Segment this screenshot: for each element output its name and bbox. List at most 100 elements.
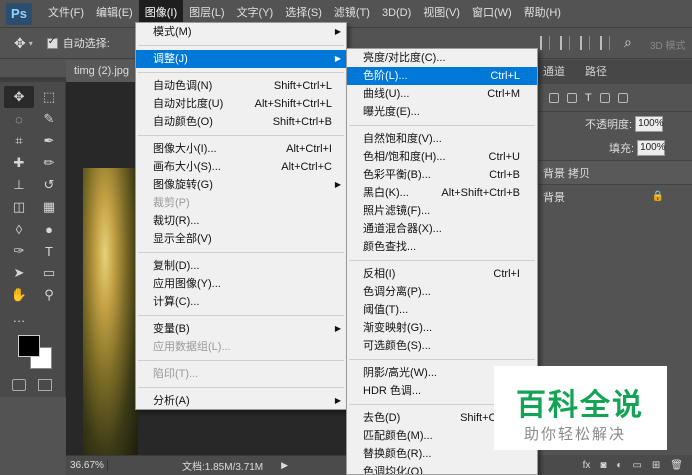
marquee-tool-icon[interactable]: ⬚	[34, 86, 64, 108]
adjustments-menu-item[interactable]: 黑白(K)... Alt+Shift+Ctrl+B	[347, 184, 537, 202]
adjustments-menu-item[interactable]: 色阶(L)... Ctrl+L	[347, 67, 537, 85]
quick-mask-icon[interactable]	[12, 379, 26, 391]
image-menu-dropdown: 模式(M) ▶ 调整(J) ▶ 自动色调(N) Shift+Ctrl+L 自动对比度(U) A…	[135, 22, 347, 410]
image-menu-item[interactable]: 计算(C)...	[136, 293, 346, 311]
image-menu-item[interactable]: 自动对比度(U) Alt+Shift+Ctrl+L	[136, 95, 346, 113]
zoom-tool-icon[interactable]: ⚲	[34, 284, 64, 306]
image-menu-item[interactable]: 调整(J) ▶	[136, 50, 346, 68]
document-tab[interactable]: timg (2).jpg	[66, 60, 146, 82]
type-tool-icon[interactable]: T	[34, 240, 64, 262]
adjustments-menu-item[interactable]: 可选颜色(S)...	[347, 337, 537, 355]
tool-preset-chevron-icon[interactable]: ▾	[29, 39, 33, 48]
quick-select-tool-icon[interactable]: ✎	[34, 108, 64, 130]
trash-icon[interactable]: 🗑	[670, 460, 683, 471]
distribute-icon[interactable]	[600, 36, 610, 50]
image-menu-item[interactable]: 模式(M) ▶	[136, 23, 346, 41]
menu-item[interactable]: 3D(D)	[376, 0, 417, 27]
adjustments-menu-item[interactable]: 色调均化(Q)	[347, 463, 537, 474]
menu-item-label: 复制(D)...	[153, 260, 200, 272]
auto-select-checkbox[interactable]	[46, 36, 58, 49]
lasso-tool-icon[interactable]: ◌	[4, 108, 34, 130]
layer-row[interactable]: 背景 拷贝	[529, 160, 692, 184]
menu-item[interactable]: 编辑(E)	[90, 0, 139, 27]
panel-grip[interactable]	[0, 77, 65, 82]
image-menu-item[interactable]: 自动颜色(O) Shift+Ctrl+B	[136, 113, 346, 131]
image-menu-item[interactable]: 画布大小(S)... Alt+Ctrl+C	[136, 158, 346, 176]
eyedropper-tool-icon[interactable]: ✒	[34, 130, 64, 152]
opacity-input[interactable]: 100%	[635, 116, 664, 132]
new-layer-icon[interactable]: ⊞	[652, 460, 660, 471]
filter-pixel-icon[interactable]	[549, 92, 559, 103]
menu-item[interactable]: 文件(F)	[42, 0, 90, 27]
healing-brush-tool-icon[interactable]: ✚	[4, 152, 34, 174]
history-brush-tool-icon[interactable]: ↺	[34, 174, 64, 196]
more-tools-icon[interactable]: …	[4, 306, 34, 328]
screen-mode-icon[interactable]	[38, 379, 52, 391]
opacity-row: 不透明度: 100%	[529, 112, 692, 136]
group-icon[interactable]: ▭	[632, 460, 641, 471]
path-select-tool-icon[interactable]: ➤	[4, 262, 34, 284]
adjustments-menu-item[interactable]: 阈值(T)...	[347, 301, 537, 319]
adjustments-menu-item[interactable]: 曲线(U)... Ctrl+M	[347, 85, 537, 103]
adjustments-menu-item[interactable]: 渐变映射(G)...	[347, 319, 537, 337]
filter-type-icon[interactable]: T	[585, 92, 592, 104]
gradient-tool-icon[interactable]: ▦	[34, 196, 64, 218]
clone-stamp-tool-icon[interactable]: ⊥	[4, 174, 34, 196]
adjustments-menu-item[interactable]: 自然饱和度(V)...	[347, 130, 537, 148]
adjustments-menu-item[interactable]: 色相/饱和度(H)... Ctrl+U	[347, 148, 537, 166]
image-menu-item[interactable]: 分析(A) ▶	[136, 392, 346, 410]
align-center-icon[interactable]	[560, 36, 570, 50]
adjustments-menu-item[interactable]: 色调分离(P)...	[347, 283, 537, 301]
move-tool-icon[interactable]: ✥	[4, 86, 34, 108]
eraser-tool-icon[interactable]: ◫	[4, 196, 34, 218]
menu-item-label: 应用图像(Y)...	[153, 278, 221, 290]
watermark-logo: 百科全说 助你轻松解决	[494, 366, 667, 450]
align-right-icon[interactable]	[580, 36, 590, 50]
filter-smart-icon[interactable]	[617, 92, 628, 103]
adjustments-menu-item[interactable]: 通道混合器(X)...	[347, 220, 537, 238]
tab-paths[interactable]: 路径	[575, 60, 617, 84]
image-menu-item[interactable]: 应用图像(Y)...	[136, 275, 346, 293]
layer-row[interactable]: 背景 🔒	[529, 184, 692, 208]
pen-tool-icon[interactable]: ✑	[4, 240, 34, 262]
image-menu-item[interactable]: 裁切(R)...	[136, 212, 346, 230]
image-menu-item[interactable]: 显示全部(V)	[136, 230, 346, 248]
opacity-label: 不透明度:	[585, 119, 633, 131]
search-icon[interactable]: ⌕	[624, 34, 632, 51]
adjustments-menu-item[interactable]: 照片滤镜(F)...	[347, 202, 537, 220]
status-menu-arrow-icon[interactable]: ▶	[281, 460, 288, 471]
align-left-icon[interactable]	[540, 36, 550, 50]
image-menu-item[interactable]: 图像大小(I)... Alt+Ctrl+I	[136, 140, 346, 158]
brush-tool-icon[interactable]: ✏	[34, 152, 64, 174]
menu-item-label: 色调分离(P)...	[363, 286, 431, 298]
menu-item-label: 曝光度(E)...	[363, 106, 420, 118]
fx-icon[interactable]: fx	[583, 460, 591, 471]
dodge-tool-icon[interactable]: ●	[34, 218, 64, 240]
image-menu-item[interactable]: 复制(D)...	[136, 257, 346, 275]
adjustments-menu-item[interactable]: 反相(I) Ctrl+I	[347, 265, 537, 283]
rectangle-tool-icon[interactable]: ▭	[34, 262, 64, 284]
menu-item[interactable]: 窗口(W)	[466, 0, 518, 27]
adjustments-menu-item[interactable]: 色彩平衡(B)... Ctrl+B	[347, 166, 537, 184]
color-swatches[interactable]	[16, 333, 56, 373]
hand-tool-icon[interactable]: ✋	[4, 284, 34, 306]
adjustments-menu-item[interactable]: 曝光度(E)...	[347, 103, 537, 121]
zoom-level[interactable]: 36.67%	[66, 460, 108, 471]
move-tool-icon[interactable]: ✥	[14, 35, 26, 52]
image-menu-item[interactable]: 图像旋转(G) ▶	[136, 176, 346, 194]
adjustments-menu-item[interactable]: 颜色查找...	[347, 238, 537, 256]
blur-tool-icon[interactable]: ◊	[4, 218, 34, 240]
tab-channels[interactable]: 通道	[533, 60, 575, 84]
adjustment-layer-icon[interactable]: ◐	[616, 460, 622, 471]
crop-tool-icon[interactable]: ⌗	[4, 130, 34, 152]
fill-input[interactable]: 100%	[637, 140, 666, 156]
foreground-color[interactable]	[18, 335, 40, 357]
mask-icon[interactable]: ◙	[600, 460, 606, 471]
adjustments-menu-item[interactable]: 亮度/对比度(C)...	[347, 49, 537, 67]
menu-item[interactable]: 帮助(H)	[518, 0, 567, 27]
filter-shape-icon[interactable]	[599, 92, 610, 103]
image-menu-item[interactable]: 变量(B) ▶	[136, 320, 346, 338]
image-menu-item[interactable]: 自动色调(N) Shift+Ctrl+L	[136, 77, 346, 95]
filter-adjust-icon[interactable]	[567, 92, 577, 103]
menu-item[interactable]: 视图(V)	[417, 0, 466, 27]
